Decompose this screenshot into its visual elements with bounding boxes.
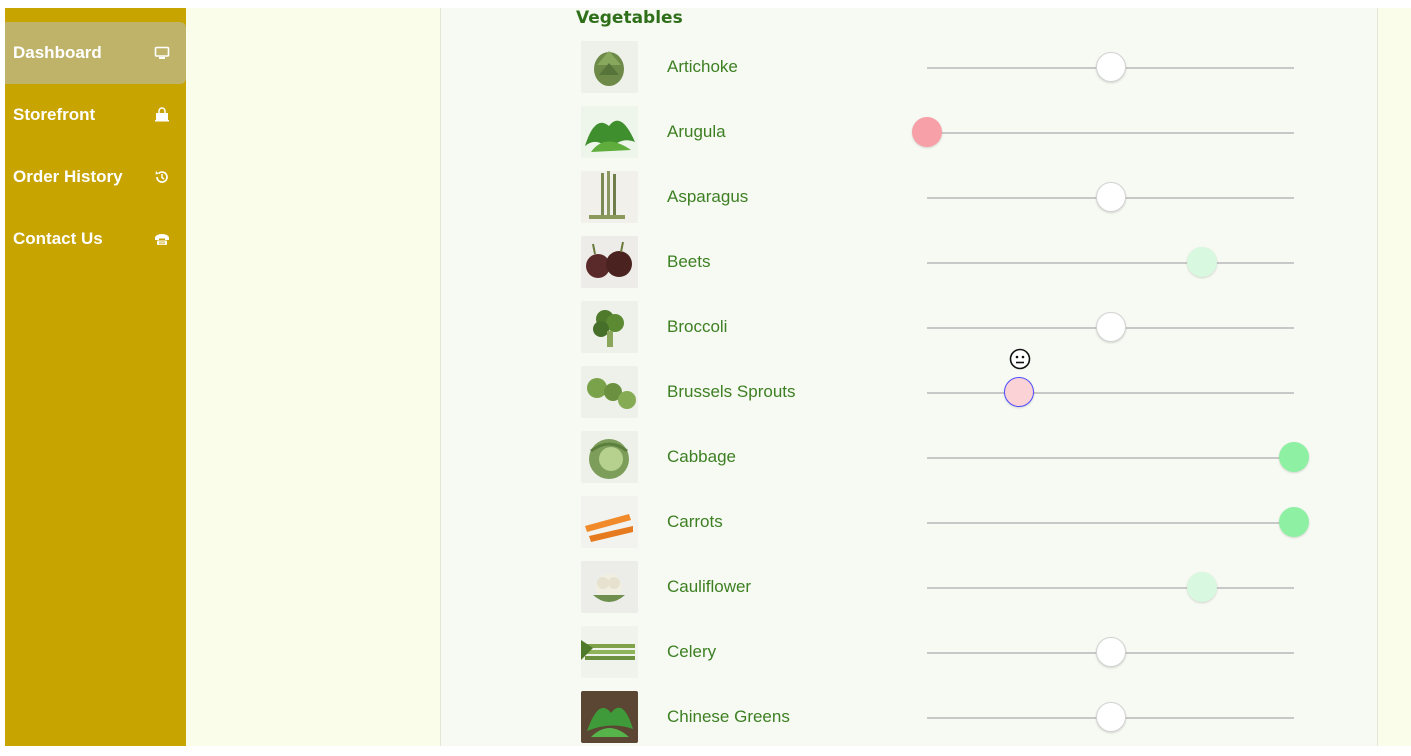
preference-slider-track[interactable]	[927, 132, 1294, 134]
preference-slider-knob[interactable]	[1003, 348, 1034, 407]
preference-slider-knob[interactable]	[912, 117, 942, 147]
vegetable-name: Chinese Greens	[667, 707, 790, 726]
preference-slider-track[interactable]	[927, 262, 1294, 264]
preference-slider-knob[interactable]	[1095, 702, 1126, 732]
preference-slider-knob[interactable]	[1095, 312, 1126, 342]
preference-slider-track[interactable]	[927, 457, 1294, 459]
preference-slider-track[interactable]	[927, 587, 1294, 589]
vegetable-row: Brussels Sprouts	[441, 348, 1379, 431]
vegetable-row: Broccoli	[441, 301, 1379, 366]
neutral-face-icon	[1009, 348, 1031, 370]
vegetable-row: Cabbage	[441, 431, 1379, 496]
vegetable-thumbnail	[581, 41, 638, 93]
vegetable-row: Asparagus	[441, 171, 1379, 236]
telephone-icon	[154, 231, 170, 247]
nav-label-contact-us: Contact Us	[13, 229, 103, 248]
nav-label-order-history: Order History	[13, 167, 123, 186]
vegetable-row: Carrots	[441, 496, 1379, 561]
vegetable-thumbnail	[581, 171, 638, 223]
preference-slider-track[interactable]	[927, 522, 1294, 524]
vegetable-name: Celery	[667, 642, 717, 661]
vegetable-thumbnail	[581, 366, 638, 418]
vegetable-name: Broccoli	[667, 317, 728, 336]
vegetable-thumbnail	[581, 431, 638, 483]
nav-item-dashboard[interactable]: Dashboard	[5, 22, 186, 84]
left-gutter	[186, 8, 440, 746]
vegetable-name: Carrots	[667, 512, 723, 531]
vegetable-thumbnail	[581, 561, 638, 613]
preference-slider-knob[interactable]	[1279, 442, 1309, 472]
nav-label-storefront: Storefront	[13, 105, 96, 124]
vegetable-row: Celery	[441, 626, 1379, 691]
history-icon	[154, 169, 170, 185]
vegetable-thumbnail	[581, 236, 638, 288]
vegetable-thumbnail	[581, 496, 638, 548]
vegetable-name: Artichoke	[667, 57, 738, 76]
vegetable-name: Asparagus	[667, 187, 749, 206]
shopping-bag-icon	[154, 107, 170, 123]
vegetable-name: Cauliflower	[667, 577, 752, 596]
vegetable-row: Arugula	[441, 106, 1379, 171]
nav-item-order-history[interactable]: Order History	[5, 146, 186, 208]
vegetable-name: Arugula	[667, 122, 726, 141]
vegetable-row: Beets	[441, 236, 1379, 301]
vegetable-row: Artichoke	[441, 41, 1379, 106]
vegetable-thumbnail	[581, 106, 638, 158]
preference-slider-knob[interactable]	[1095, 637, 1126, 667]
vegetable-thumbnail	[581, 301, 638, 353]
vegetable-name: Cabbage	[667, 447, 737, 466]
preference-slider-knob[interactable]	[1095, 52, 1126, 82]
right-gutter	[1378, 8, 1411, 746]
vegetable-name: Brussels Sprouts	[667, 382, 796, 401]
vegetable-row: Chinese Greens	[441, 691, 1379, 756]
preferences-panel: Vegetables Artichoke Arugula Asparagus Beet…	[440, 8, 1378, 746]
preference-slider-knob[interactable]	[1187, 247, 1218, 277]
vegetable-name: Beets	[667, 252, 711, 271]
preference-slider-knob[interactable]	[1095, 182, 1126, 212]
monitor-icon	[154, 45, 170, 61]
nav-label-dashboard: Dashboard	[13, 43, 102, 62]
nav-item-storefront[interactable]: Storefront	[5, 84, 186, 146]
vegetable-row: Cauliflower	[441, 561, 1379, 626]
vegetable-thumbnail	[581, 626, 638, 678]
preference-slider-track[interactable]	[927, 392, 1294, 394]
nav-item-contact-us[interactable]: Contact Us	[5, 208, 186, 270]
section-title: Vegetables	[576, 8, 683, 28]
preference-slider-knob[interactable]	[1187, 572, 1218, 602]
preference-slider-knob[interactable]	[1279, 507, 1309, 537]
sidebar: Dashboard Storefront Order History Conta…	[5, 8, 186, 746]
vegetable-thumbnail	[581, 691, 638, 743]
